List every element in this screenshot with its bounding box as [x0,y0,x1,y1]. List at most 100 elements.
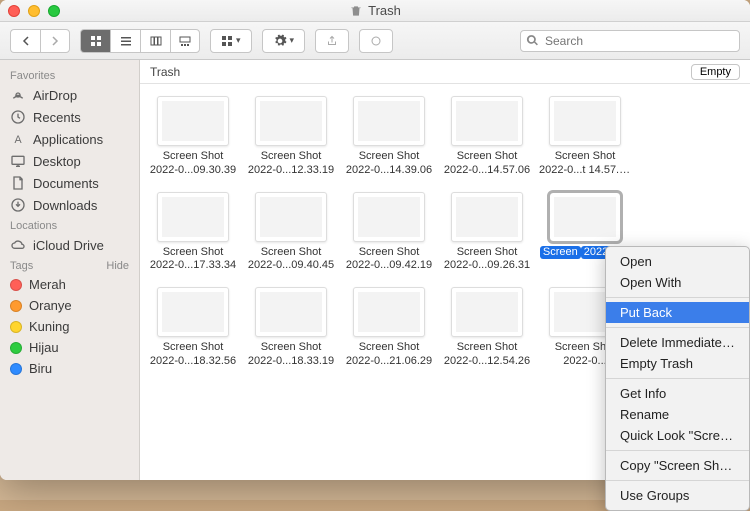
menu-separator [606,480,749,481]
tag-color-icon [10,279,22,291]
file-thumbnail [255,287,327,337]
columns-icon [150,35,162,47]
sidebar-item-label: Documents [33,176,99,191]
file-name: Screen Shot2022-0...09.42.19 [343,246,435,274]
file-thumbnail [255,192,327,242]
path-bar: Trash Empty [140,60,750,84]
file-item[interactable]: Screen Shot2022-0...09.42.19 [340,188,438,284]
file-name: Screen Shot2022-0...12.33.19 [245,150,337,178]
file-name: Screen Shot2022-0...18.33.19 [245,341,337,369]
search-field[interactable] [520,30,740,52]
file-thumbnail [353,96,425,146]
file-item[interactable]: Screen Shot2022-0...14.39.06 [340,92,438,188]
gear-icon [273,34,287,48]
file-thumbnail [549,96,621,146]
file-item[interactable]: Screen Shot2022-0...21.06.29 [340,283,438,379]
menu-item-copy-screen-shot[interactable]: Copy "Screen Shot… [606,455,749,476]
close-icon[interactable] [8,5,20,17]
file-item[interactable]: Screen Shot2022-0...09.26.31 [438,188,536,284]
sidebar-item-label: Recents [33,110,81,125]
sidebar-tag-hijau[interactable]: Hijau [0,337,139,358]
file-item[interactable]: Screen Shot2022-0...18.32.56 [144,283,242,379]
file-name: Screen Shot2022-0...09.40.45 [245,246,337,274]
icon-view-button[interactable] [80,29,110,53]
tag-color-icon [10,342,22,354]
sidebar-item-icloud-drive[interactable]: iCloud Drive [0,234,139,256]
sidebar-item-label: Oranye [29,298,72,313]
file-thumbnail [451,96,523,146]
sidebar-item-recents[interactable]: Recents [0,106,139,128]
search-input[interactable] [520,30,740,52]
sidebar-item-label: Downloads [33,198,97,213]
search-icon [526,34,539,47]
file-item[interactable]: Screen Shot2022-0...12.33.19 [242,92,340,188]
recents-icon [10,109,26,125]
file-item[interactable]: Screen Shot2022-0...18.33.19 [242,283,340,379]
menu-item-rename[interactable]: Rename [606,404,749,425]
file-thumbnail [157,192,229,242]
file-item[interactable]: Screen Shot2022-0...t 14.57.19 [536,92,634,188]
documents-icon [10,175,26,191]
sidebar-item-applications[interactable]: AApplications [0,128,139,150]
file-name: Screen Shot2022-0...09.26.31 [441,246,533,274]
airdrop-icon [10,87,26,103]
sidebar-tag-kuning[interactable]: Kuning [0,316,139,337]
file-item[interactable]: Screen Shot2022-0...09.30.39 [144,92,242,188]
file-thumbnail [353,287,425,337]
menu-item-empty-trash[interactable]: Empty Trash [606,353,749,374]
menu-item-use-groups[interactable]: Use Groups [606,485,749,506]
context-menu[interactable]: OpenOpen With Put Back Delete Immediately…… [605,246,750,511]
zoom-icon[interactable] [48,5,60,17]
locations-header: Locations [0,216,139,234]
forward-button[interactable] [40,29,70,53]
file-item[interactable]: Screen Shot2022-0...12.54.26 [438,283,536,379]
sidebar-tag-merah[interactable]: Merah [0,274,139,295]
menu-item-open[interactable]: Open [606,251,749,272]
menu-item-delete-immediately[interactable]: Delete Immediately… [606,332,749,353]
sidebar-tag-oranye[interactable]: Oranye [0,295,139,316]
tag-icon [370,35,382,47]
sidebar-item-label: Merah [29,277,66,292]
sidebar-item-desktop[interactable]: Desktop [0,150,139,172]
share-button[interactable] [315,29,349,53]
menu-item-get-info[interactable]: Get Info [606,383,749,404]
sidebar-item-label: AirDrop [33,88,77,103]
action-button[interactable] [262,29,306,53]
chevron-right-icon [50,36,60,46]
sidebar-item-airdrop[interactable]: AirDrop [0,84,139,106]
menu-separator [606,450,749,451]
hide-tags-button[interactable]: Hide [106,260,129,272]
chevron-left-icon [21,36,31,46]
titlebar[interactable]: Trash [0,0,750,22]
file-item[interactable]: Screen Shot2022-0...14.57.06 [438,92,536,188]
menu-item-open-with[interactable]: Open With [606,272,749,293]
sidebar-item-downloads[interactable]: Downloads [0,194,139,216]
file-name: Screen Shot2022-0...18.32.56 [147,341,239,369]
gallery-view-button[interactable] [170,29,200,53]
downloads-icon [10,197,26,213]
tags-button[interactable] [359,29,393,53]
empty-trash-button[interactable]: Empty [691,64,740,80]
arrange-button[interactable] [210,29,252,53]
file-thumbnail [157,287,229,337]
view-switcher [80,29,200,53]
gallery-icon [179,35,191,47]
file-thumbnail [549,192,621,242]
file-item[interactable]: Screen Shot2022-0...17.33.34 [144,188,242,284]
sidebar-tag-biru[interactable]: Biru [0,358,139,379]
minimize-icon[interactable] [28,5,40,17]
menu-item-put-back[interactable]: Put Back [606,302,749,323]
list-view-button[interactable] [110,29,140,53]
column-view-button[interactable] [140,29,170,53]
file-name: Screen Shot2022-0...17.33.34 [147,246,239,274]
file-item[interactable]: Screen Shot2022-0...09.40.45 [242,188,340,284]
menu-item-quick-look-screen[interactable]: Quick Look "Screen… [606,425,749,446]
sidebar-item-label: Hijau [29,340,59,355]
sidebar-item-documents[interactable]: Documents [0,172,139,194]
back-button[interactable] [10,29,40,53]
menu-separator [606,327,749,328]
svg-text:A: A [14,134,22,146]
applications-icon: A [10,131,26,147]
tag-color-icon [10,363,22,375]
file-thumbnail [157,96,229,146]
